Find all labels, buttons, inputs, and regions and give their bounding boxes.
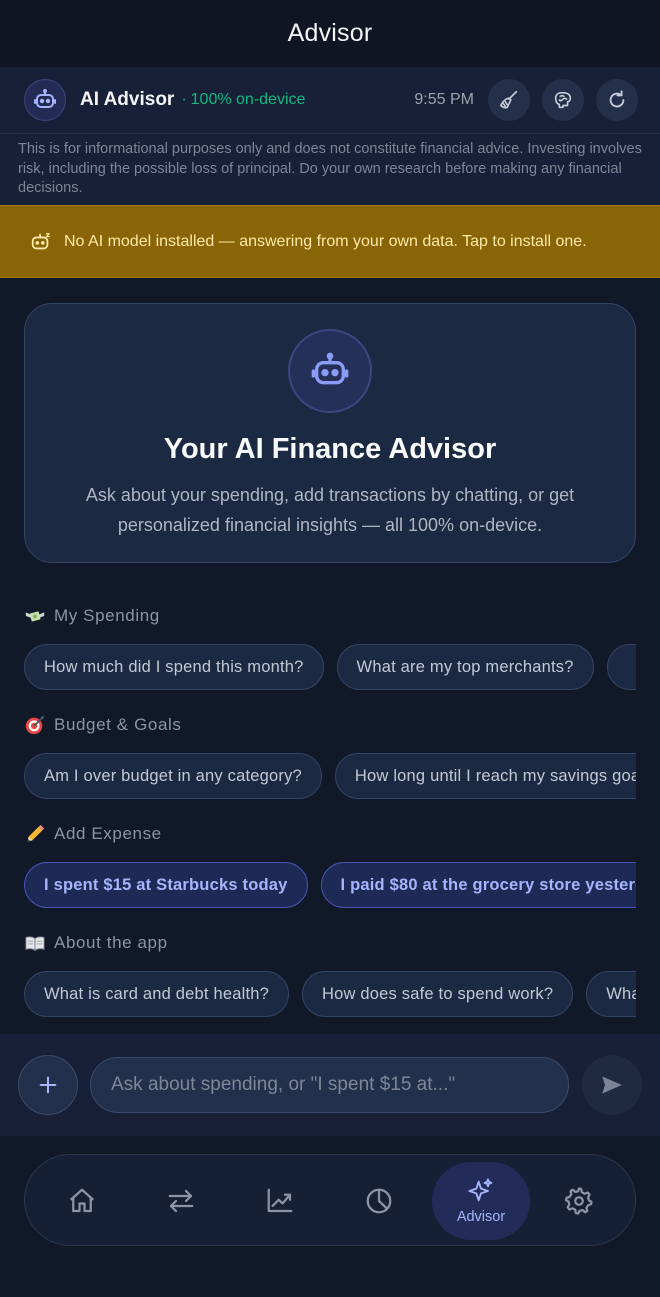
suggestion-chip[interactable]: How much did I spend this month? [24, 644, 324, 690]
section-budget-goals: Budget & Goals Am I over budget in any c… [24, 713, 660, 801]
section-title: Budget & Goals [24, 713, 660, 737]
attach-button[interactable] [18, 1055, 78, 1115]
send-icon [602, 1076, 622, 1094]
hero-title: Your AI Finance Advisor [163, 433, 497, 465]
section-title: Add Expense [24, 822, 660, 846]
section-title: My Spending [24, 604, 660, 628]
tab-home[interactable] [33, 1162, 131, 1240]
section-title-text: About the app [54, 933, 168, 952]
brain-icon [554, 91, 572, 109]
broom-icon [499, 90, 518, 109]
bottom-area: Advisor [0, 1136, 660, 1297]
message-input-wrapper [90, 1057, 569, 1113]
advisor-header: AI Advisor · 100% on-device 9:55 PM [0, 67, 660, 133]
hero-subtitle: Ask about your spending, add transaction… [85, 485, 575, 535]
add-expense-chip[interactable]: I paid $80 at the grocery store yesterda… [320, 862, 636, 908]
pencil-icon [24, 823, 46, 845]
home-icon [70, 1188, 94, 1213]
memory-button[interactable] [542, 79, 584, 121]
suggestion-chips: Am I over budget in any category? How lo… [24, 753, 636, 801]
section-title-text: Budget & Goals [54, 715, 182, 734]
page-title: Advisor [287, 19, 373, 47]
suggestion-chip[interactable]: What [586, 971, 636, 1017]
suggestion-chip[interactable] [606, 644, 636, 690]
tab-settings[interactable] [530, 1162, 628, 1240]
section-add-expense: Add Expense I spent $15 at Starbucks tod… [24, 822, 660, 910]
refresh-button[interactable] [596, 79, 638, 121]
tab-transactions[interactable] [132, 1162, 230, 1240]
on-device-status: 100% on-device [190, 91, 306, 108]
tab-budget[interactable] [330, 1162, 428, 1240]
money-wings-icon [24, 605, 46, 627]
status-separator: · [181, 91, 187, 108]
add-expense-chip[interactable]: I spent $15 at Starbucks today [24, 862, 308, 908]
suggestion-chip[interactable]: What is card and debt health? [24, 971, 290, 1017]
clear-chat-button[interactable] [488, 79, 530, 121]
install-model-banner[interactable]: No AI model installed — answering from y… [0, 205, 660, 278]
refresh-icon [609, 90, 625, 108]
tab-trends[interactable] [231, 1162, 329, 1240]
banner-text: No AI model installed — answering from y… [64, 232, 587, 250]
section-about-app: About the app What is card and debt heal… [24, 931, 660, 1019]
suggestion-chips: I spent $15 at Starbucks today I paid $8… [24, 862, 636, 910]
tab-label: Advisor [456, 1209, 506, 1225]
tab-bar: Advisor [24, 1154, 636, 1246]
section-title: About the app [24, 931, 660, 955]
gear-icon [564, 1187, 593, 1215]
timestamp: 9:55 PM [414, 91, 474, 108]
suggestion-chip[interactable]: What are my top merchants? [336, 644, 594, 690]
sparkles-icon [468, 1178, 493, 1202]
robot-icon [311, 352, 349, 385]
message-input[interactable] [111, 1074, 548, 1096]
book-icon [24, 932, 46, 954]
robot-icon [34, 89, 56, 108]
suggestion-chip[interactable]: How does safe to spend work? [302, 971, 574, 1017]
transfer-arrows-icon [168, 1189, 194, 1213]
suggestion-chips: How much did I spend this month? What ar… [24, 644, 636, 692]
suggestion-chip[interactable]: How long until I reach my savings goal? [334, 753, 636, 799]
section-my-spending: My Spending How much did I spend this mo… [24, 604, 660, 692]
suggestion-chips: What is card and debt health? How does s… [24, 971, 636, 1019]
section-title-text: Add Expense [54, 824, 162, 843]
hero-avatar [288, 329, 372, 413]
suggestion-chip[interactable]: Am I over budget in any category? [24, 753, 322, 799]
trend-chart-icon [267, 1188, 293, 1213]
send-button[interactable] [582, 1055, 642, 1115]
plus-icon [39, 1076, 57, 1094]
disclaimer-text: This is for informational purposes only … [0, 133, 660, 205]
target-icon [24, 714, 46, 736]
pie-chart-icon [366, 1188, 392, 1214]
section-title-text: My Spending [54, 606, 160, 625]
robot-sleep-icon [31, 232, 50, 249]
message-composer [0, 1034, 660, 1136]
bot-avatar [24, 79, 66, 121]
nav-bar: Advisor [0, 0, 660, 67]
advisor-name: AI Advisor [80, 89, 175, 110]
welcome-card: Your AI Finance Advisor Ask about your s… [24, 303, 636, 563]
tab-advisor[interactable]: Advisor [432, 1162, 530, 1240]
